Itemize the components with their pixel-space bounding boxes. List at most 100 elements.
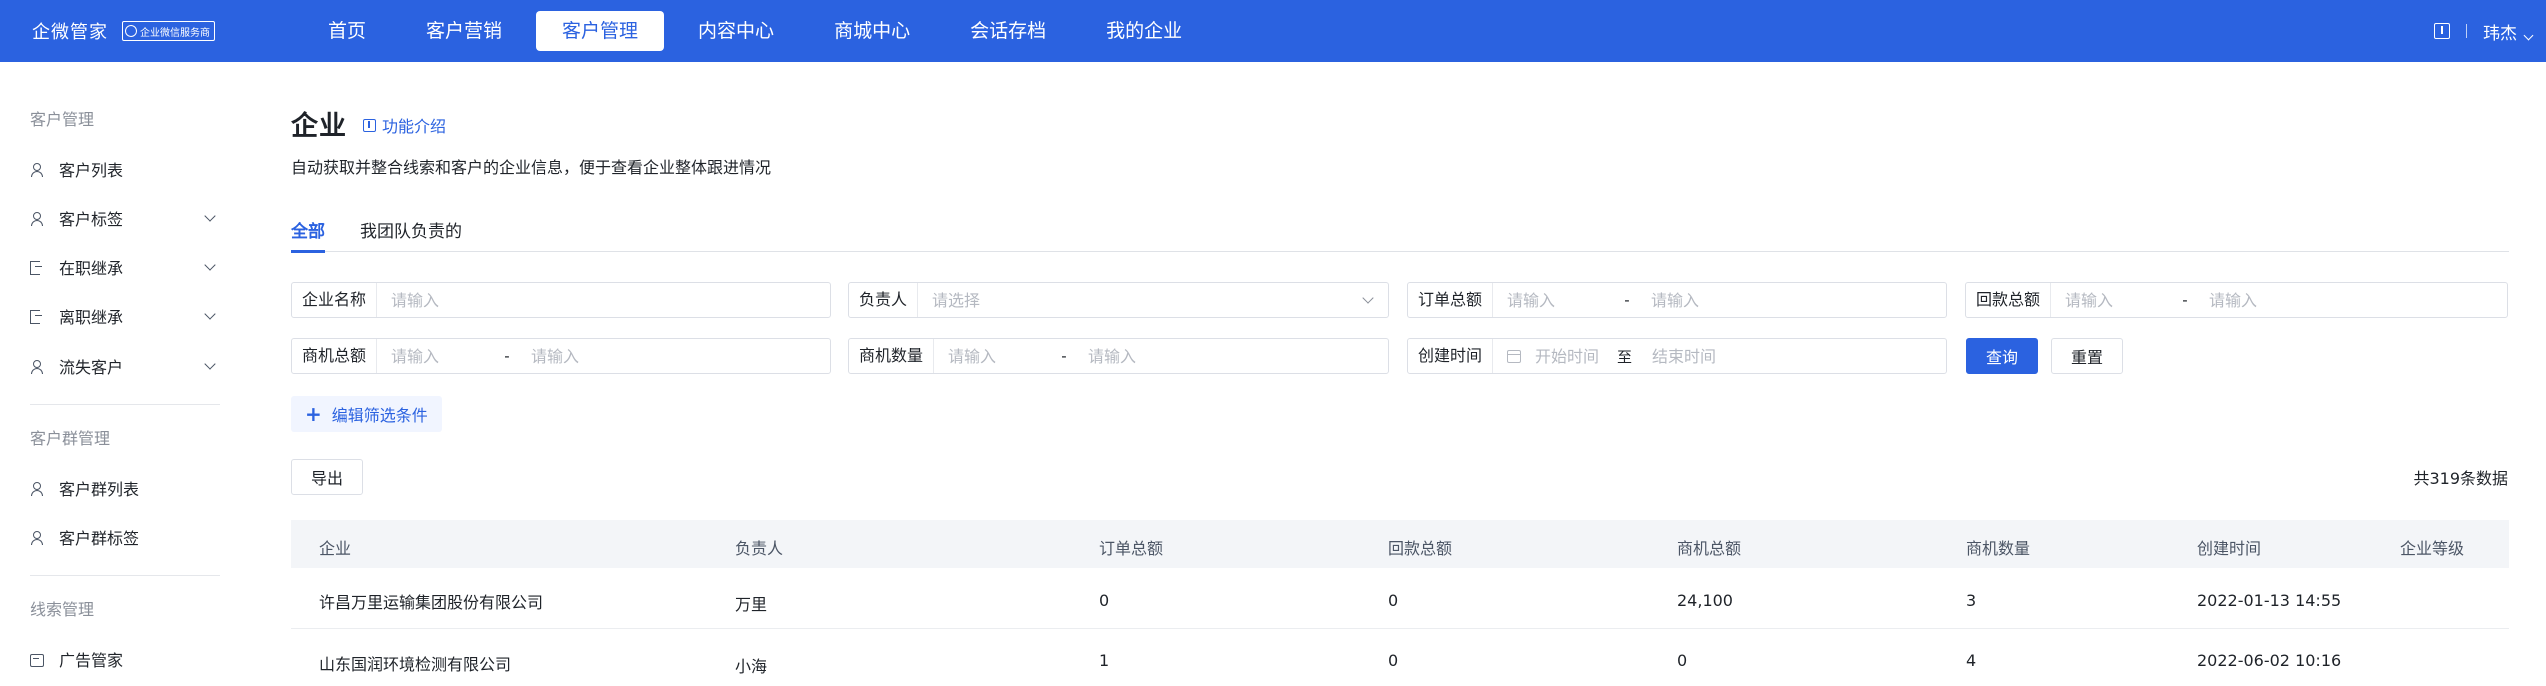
user-name: 玮杰	[2483, 23, 2517, 44]
filter-label: 负责人	[849, 283, 919, 317]
owner-select[interactable]	[918, 285, 1319, 315]
tab-all[interactable]: 全部	[291, 217, 325, 253]
brand-name: 企微管家	[32, 22, 108, 43]
filter-label: 企业名称	[292, 283, 378, 317]
sidebar-item-label: 客户列表	[59, 161, 124, 180]
tab-bar: 全部 我团队负责的	[291, 217, 2509, 253]
sidebar-item-label: 广告管家	[59, 651, 124, 670]
filter-label: 创建时间	[1408, 339, 1494, 373]
user-icon	[30, 211, 43, 226]
table-row[interactable]: 许昌万里运输集团股份有限公司 万里 0 0 24,100 3 2022-01-1…	[291, 568, 2509, 629]
sidebar-item-offjob-inherit[interactable]: 离职继承	[0, 302, 246, 330]
help-book-icon[interactable]	[2434, 23, 2450, 39]
nav-customer-management[interactable]: 客户管理	[536, 11, 665, 51]
sidebar-item-label: 客户标签	[59, 210, 124, 229]
chevron-down-icon	[2523, 30, 2534, 40]
order-total-max-input[interactable]	[1637, 285, 1788, 315]
owner-filter: 负责人	[848, 282, 1389, 318]
column-header-payment-total[interactable]: 回款总额	[1388, 535, 1452, 559]
sidebar-item-onjob-inherit[interactable]: 在职继承	[0, 253, 246, 281]
cell-opportunity-amount: 24,100	[1677, 591, 1733, 610]
book-icon	[363, 118, 376, 132]
end-time-input[interactable]	[1638, 341, 1789, 371]
divider	[2466, 24, 2467, 38]
feature-intro-label: 功能介绍	[382, 117, 447, 136]
cell-company[interactable]: 山东国润环境检测有限公司	[319, 651, 511, 675]
brand[interactable]: 企微管家 企业微信服务商	[32, 18, 282, 44]
sidebar-item-group-list[interactable]: 客户群列表	[0, 474, 246, 502]
chevron-down-icon	[204, 308, 216, 320]
company-name-filter: 企业名称	[291, 282, 831, 318]
range-separator: 至	[1617, 347, 1633, 366]
main-content: 企业 功能介绍 自动获取并整合线索和客户的企业信息，便于查看企业整体跟进情况 全…	[246, 62, 2546, 686]
tab-my-team[interactable]: 我团队负责的	[360, 217, 462, 252]
start-time-input[interactable]	[1521, 341, 1612, 371]
column-header-owner[interactable]: 负责人	[735, 535, 783, 559]
column-header-opportunity-amount[interactable]: 商机总额	[1677, 535, 1741, 559]
service-provider-badge: 企业微信服务商	[122, 21, 215, 41]
filter-label: 订单总额	[1408, 283, 1494, 317]
badge-text: 企业微信服务商	[140, 27, 210, 39]
cell-opportunity-amount: 0	[1677, 651, 1688, 670]
opportunity-count-min-input[interactable]	[934, 341, 1055, 371]
column-header-company-level[interactable]: 企业等级	[2400, 535, 2464, 559]
table-row[interactable]: 山东国润环境检测有限公司 小海 1 0 0 4 2022-06-02 10:16	[291, 629, 2509, 686]
nav-session-archive[interactable]: 会话存档	[944, 11, 1072, 51]
payment-total-max-input[interactable]	[2195, 285, 2346, 315]
nav-mall-center[interactable]: 商城中心	[808, 11, 936, 51]
query-button[interactable]: 查询	[1966, 338, 2038, 374]
range-separator: -	[2182, 291, 2188, 309]
feature-intro-link[interactable]: 功能介绍	[363, 113, 446, 137]
nav-home[interactable]: 首页	[302, 11, 392, 51]
opportunity-count-filter: 商机数量 -	[848, 338, 1389, 374]
cell-payment-total: 0	[1388, 591, 1399, 610]
sidebar-item-label: 在职继承	[59, 259, 124, 278]
calendar-icon	[1507, 349, 1522, 363]
user-menu[interactable]: 玮杰	[2483, 19, 2534, 44]
sidebar-item-customer-list[interactable]: 客户列表	[0, 155, 246, 183]
edit-filter-button[interactable]: + 编辑筛选条件	[291, 396, 442, 432]
chevron-down-icon	[204, 358, 216, 370]
cell-company[interactable]: 许昌万里运输集团股份有限公司	[319, 589, 543, 613]
payment-total-min-input[interactable]	[2051, 285, 2176, 315]
opportunity-amount-filter: 商机总额 -	[291, 338, 831, 374]
sidebar-group-customer-management: 客户管理	[30, 110, 95, 129]
top-right-area: 玮杰	[2434, 0, 2534, 62]
total-count: 共319条数据	[2413, 469, 2508, 488]
transfer-icon	[30, 309, 42, 324]
table-header: 企业 负责人 订单总额 回款总额 商机总额 商机数量 创建时间 企业等级	[291, 520, 2509, 568]
column-header-order-total[interactable]: 订单总额	[1099, 535, 1163, 559]
sidebar-divider	[30, 575, 220, 576]
cell-opportunity-count: 4	[1966, 651, 1977, 670]
company-name-input[interactable]	[377, 285, 778, 315]
main-nav: 首页 客户营销 客户管理 内容中心 商城中心 会话存档 我的企业	[302, 0, 1216, 62]
page-title: 企业	[291, 111, 347, 142]
filter-label: 回款总额	[1966, 283, 2052, 317]
user-icon	[30, 162, 43, 177]
range-separator: -	[504, 347, 510, 365]
column-header-opportunity-count[interactable]: 商机数量	[1966, 535, 2030, 559]
filter-label: 商机数量	[849, 339, 935, 373]
nav-customer-marketing[interactable]: 客户营销	[400, 11, 528, 51]
opportunity-count-max-input[interactable]	[1074, 341, 1225, 371]
sidebar-item-customer-tags[interactable]: 客户标签	[0, 204, 246, 232]
order-total-min-input[interactable]	[1493, 285, 1618, 315]
reset-button[interactable]: 重置	[2051, 338, 2123, 374]
opportunity-amount-min-input[interactable]	[377, 341, 498, 371]
nav-my-company[interactable]: 我的企业	[1080, 11, 1208, 51]
column-header-created-time[interactable]: 创建时间	[2197, 535, 2261, 559]
plus-icon: +	[305, 402, 322, 426]
created-time-filter: 创建时间 至	[1407, 338, 1947, 374]
sidebar-item-label: 离职继承	[59, 308, 124, 327]
nav-content-center[interactable]: 内容中心	[672, 11, 800, 51]
cell-created-time: 2022-06-02 10:16	[2197, 651, 2342, 670]
export-button[interactable]: 导出	[291, 459, 363, 495]
opportunity-amount-max-input[interactable]	[517, 341, 668, 371]
sidebar-item-lost-customers[interactable]: 流失客户	[0, 352, 246, 380]
sidebar-group-lead-management: 线索管理	[30, 600, 95, 619]
column-header-company[interactable]: 企业	[319, 535, 351, 559]
top-navigation-bar: 企微管家 企业微信服务商 首页 客户营销 客户管理 内容中心 商城中心 会话存档…	[0, 0, 2546, 62]
sidebar-item-ad-manager[interactable]: 广告管家	[0, 645, 246, 673]
sidebar-item-group-tags[interactable]: 客户群标签	[0, 523, 246, 551]
cell-order-total: 0	[1099, 591, 1110, 610]
